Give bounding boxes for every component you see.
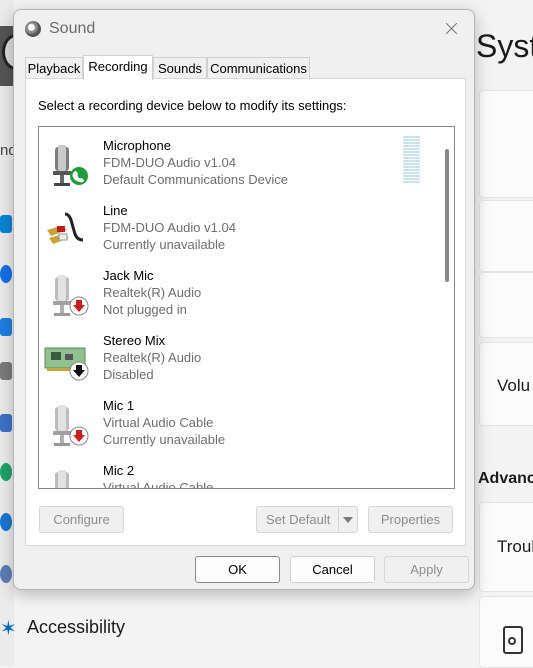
apps-nav-icon[interactable]: [0, 414, 12, 432]
device-driver: FDM-DUO Audio v1.04: [103, 220, 236, 235]
accessibility-label: Accessibility: [27, 617, 126, 637]
settings-card[interactable]: [479, 200, 533, 272]
microphone-icon: [55, 470, 69, 488]
device-driver: Realtek(R) Audio: [103, 285, 202, 300]
device-item-mic-2[interactable]: Mic 2 Virtual Audio Cable: [39, 458, 429, 489]
dialog-title: Sound: [49, 20, 96, 37]
device-status: Disabled: [103, 367, 154, 382]
device-status: Not plugged in: [103, 302, 187, 317]
speaker-app-icon: [25, 21, 41, 37]
apply-button[interactable]: Apply: [384, 556, 469, 583]
ok-button[interactable]: OK: [195, 556, 280, 583]
device-name: Mic 1: [103, 398, 135, 413]
cancel-button[interactable]: Cancel: [290, 556, 375, 583]
tab-sounds[interactable]: Sounds: [153, 57, 207, 78]
device-name: Microphone: [103, 138, 171, 153]
sound-dialog: Sound Playback Recording Sounds Communic…: [13, 9, 475, 590]
gaming-nav-icon[interactable]: [0, 565, 12, 583]
troubleshoot-label: Troul: [497, 537, 533, 556]
speaker-icon: [503, 626, 523, 654]
properties-button[interactable]: Properties: [368, 506, 453, 533]
microphone-icon: [53, 405, 89, 446]
tab-communications[interactable]: Communications: [207, 57, 310, 78]
device-list-scrollbar[interactable]: [440, 127, 454, 488]
advanced-section-heading: Advanc: [478, 470, 533, 487]
network-nav-icon[interactable]: [0, 318, 12, 336]
device-item-stereo-mix[interactable]: Stereo Mix Realtek(R) Audio Disabled: [39, 328, 429, 393]
tab-playback[interactable]: Playback: [25, 57, 83, 78]
microphone-icon: [53, 275, 89, 316]
device-name: Jack Mic: [103, 268, 154, 283]
device-item-line[interactable]: Line FDM-DUO Audio v1.04 Currently unava…: [39, 198, 429, 263]
time-language-nav-icon[interactable]: [0, 513, 12, 531]
settings-card[interactable]: [479, 90, 533, 198]
device-item-mic-1[interactable]: Mic 1 Virtual Audio Cable Currently unav…: [39, 393, 429, 458]
volume-label: Volu: [497, 376, 531, 395]
accounts-nav-icon[interactable]: [0, 463, 12, 481]
device-item-microphone[interactable]: Microphone FDM-DUO Audio v1.04 Default C…: [39, 133, 429, 198]
device-name: Line: [103, 203, 128, 218]
device-item-jack-mic[interactable]: Jack Mic Realtek(R) Audio Not plugged in: [39, 263, 429, 328]
sound-card-icon: [44, 347, 89, 381]
chevron-down-icon[interactable]: [338, 507, 357, 532]
bluetooth-nav-icon[interactable]: [0, 265, 12, 283]
input-level-meter: [403, 136, 420, 186]
configure-button[interactable]: Configure: [39, 506, 124, 533]
set-default-label: Set Default: [266, 512, 331, 527]
settings-page-title: Syst: [476, 28, 533, 64]
scrollbar-thumb[interactable]: [445, 149, 449, 282]
instruction-text: Select a recording device below to modif…: [38, 98, 347, 113]
device-driver: Realtek(R) Audio: [103, 350, 202, 365]
device-name: Mic 2: [103, 463, 135, 478]
settings-card[interactable]: [479, 272, 533, 338]
device-list[interactable]: Microphone FDM-DUO Audio v1.04 Default C…: [38, 126, 455, 489]
recording-panel: Select a recording device below to modif…: [25, 78, 466, 546]
set-default-button[interactable]: Set Default: [256, 506, 358, 533]
tab-recording[interactable]: Recording: [83, 55, 153, 80]
accessibility-nav-item[interactable]: ✶ Accessibility: [0, 610, 200, 646]
device-status: Default Communications Device: [103, 172, 288, 187]
microphone-icon: [53, 145, 88, 186]
device-name: Stereo Mix: [103, 333, 166, 348]
device-status: Currently unavailable: [103, 432, 226, 447]
device-driver: Virtual Audio Cable: [103, 480, 214, 489]
device-status: Currently unavailable: [103, 237, 226, 252]
close-button[interactable]: [436, 16, 466, 42]
system-nav-icon[interactable]: [0, 215, 12, 233]
accessibility-icon: ✶: [0, 618, 17, 640]
device-driver: Virtual Audio Cable: [103, 415, 214, 430]
line-in-cable-icon: [47, 212, 84, 244]
personalization-nav-icon[interactable]: [0, 362, 12, 380]
title-bar[interactable]: Sound: [14, 10, 474, 48]
user-avatar: [0, 26, 14, 86]
device-driver: FDM-DUO Audio v1.04: [103, 155, 236, 170]
